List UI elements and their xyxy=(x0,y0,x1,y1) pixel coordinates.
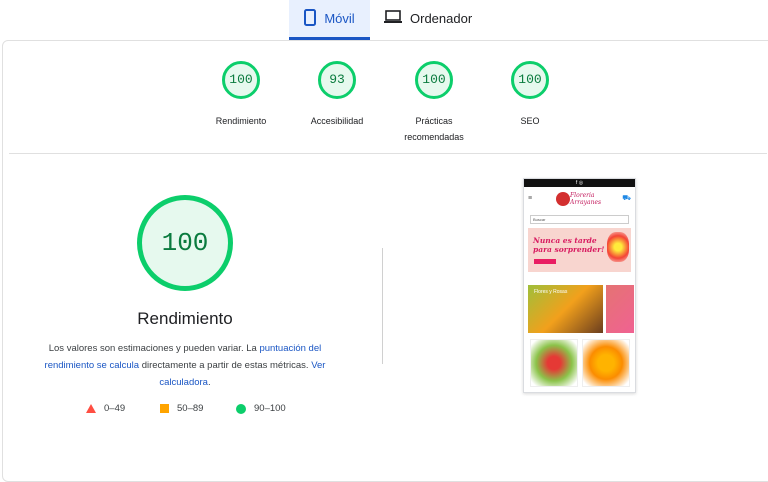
product-image-2 xyxy=(582,339,630,387)
performance-description: Los valores son estimaciones y pueden va… xyxy=(40,340,330,391)
thumb-header: ≡ Floreria Arrayanes ⛟ xyxy=(524,187,635,211)
banner-line-1: Nunca es tarde xyxy=(533,236,597,245)
category-label: Flores y Rosas xyxy=(534,289,568,295)
triangle-icon xyxy=(86,404,96,413)
legend-range: 90–100 xyxy=(254,403,286,414)
circle-icon xyxy=(236,403,246,414)
cart-icon: ⛟ xyxy=(622,195,631,202)
gauge-performance[interactable]: 100 Rendimiento xyxy=(186,61,296,129)
laptop-icon xyxy=(384,10,402,27)
page-screenshot-thumbnail: f ◎ ≡ Floreria Arrayanes ⛟ Buscar Nunca e… xyxy=(523,178,636,393)
gauge-accessibility[interactable]: 93 Accesibilidad xyxy=(282,61,392,129)
gauge-label: SEO xyxy=(520,116,540,126)
banner-text: Nunca es tarde para sorprender! xyxy=(533,236,604,254)
thumb-banner: Nunca es tarde para sorprender! xyxy=(528,228,631,272)
menu-icon: ≡ xyxy=(528,195,533,202)
gauge-label: Accesibilidad xyxy=(310,116,364,126)
tab-desktop[interactable]: Ordenador xyxy=(382,0,479,37)
category-tile: Flores y Rosas xyxy=(528,285,603,333)
square-icon xyxy=(160,404,169,413)
legend-fail: 0–49 xyxy=(86,403,125,414)
logo-line-1: Floreria xyxy=(570,192,595,199)
gauge-seo[interactable]: 100 SEO xyxy=(475,61,585,129)
flower-image xyxy=(607,232,629,262)
gauge-score: 100 xyxy=(511,61,549,99)
legend-range: 0–49 xyxy=(104,403,126,414)
social-icons: f ◎ xyxy=(575,180,584,186)
device-tabs: Móvil Ordenador xyxy=(0,0,768,40)
tab-desktop-label: Ordenador xyxy=(410,11,473,26)
performance-score-gauge: 100 xyxy=(137,195,233,291)
gauge-best-practices[interactable]: 100 Prácticas recomendadas xyxy=(379,61,489,145)
product-image-1 xyxy=(530,339,578,387)
category-tile-2 xyxy=(606,285,634,333)
thumb-search: Buscar xyxy=(530,215,629,224)
desc-suffix: . xyxy=(207,377,211,388)
section-divider xyxy=(9,153,767,154)
desc-middle: directamente a partir de estas métricas. xyxy=(139,360,312,371)
gauge-score: 100 xyxy=(415,61,453,99)
desc-prefix: Los valores son estimaciones y pueden va… xyxy=(48,343,260,354)
gauge-score: 100 xyxy=(222,61,260,99)
banner-line-2: para sorprender! xyxy=(533,245,605,254)
smartphone-icon xyxy=(304,8,317,29)
gauge-score: 93 xyxy=(318,61,356,99)
legend-pass: 90–100 xyxy=(236,403,286,414)
tab-mobile-label: Móvil xyxy=(324,11,355,26)
legend-range: 50–89 xyxy=(177,403,204,414)
performance-title: Rendimiento xyxy=(137,309,233,328)
rose-logo-icon xyxy=(556,192,570,206)
gauge-label: Prácticas recomendadas xyxy=(404,116,464,142)
banner-button xyxy=(534,259,556,264)
legend-average: 50–89 xyxy=(160,403,203,414)
logo-line-2: Arrayanes xyxy=(570,199,602,206)
vertical-divider xyxy=(382,248,383,364)
tab-mobile[interactable]: Móvil xyxy=(289,0,370,40)
gauge-label: Rendimiento xyxy=(215,116,267,126)
thumb-logo-text: Floreria Arrayanes xyxy=(570,192,601,206)
score-legend: 0–49 50–89 90–100 xyxy=(86,403,296,419)
thumb-topbar: f ◎ xyxy=(524,179,635,187)
